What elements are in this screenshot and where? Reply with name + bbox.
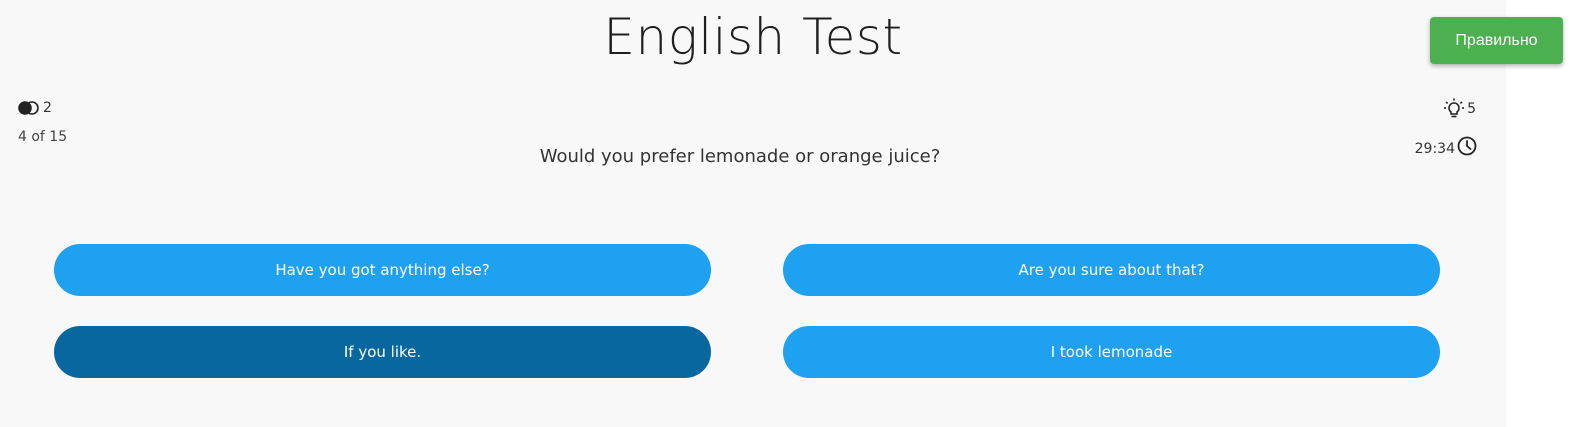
answer-option-3[interactable]: If you like. <box>54 326 711 378</box>
lives-value: 2 <box>43 100 52 116</box>
hints-value: 5 <box>1467 101 1476 117</box>
answer-option-2[interactable]: Are you sure about that? <box>783 244 1440 296</box>
page-title: English Test <box>603 8 903 66</box>
quiz-panel: English Test 2 4 of 15 5 29:34 Would you… <box>0 0 1506 427</box>
lives-counter: 2 <box>18 100 52 116</box>
correct-toast[interactable]: Правильно <box>1430 17 1563 64</box>
hints-counter[interactable]: 5 <box>1443 98 1476 120</box>
answer-option-4[interactable]: I took lemonade <box>783 326 1440 378</box>
question-text: Would you prefer lemonade or orange juic… <box>539 146 941 167</box>
overlapping-circles-icon <box>18 100 40 116</box>
answer-option-1[interactable]: Have you got anything else? <box>54 244 711 296</box>
question-progress: 4 of 15 <box>18 129 68 145</box>
lightbulb-icon[interactable] <box>1443 98 1465 120</box>
